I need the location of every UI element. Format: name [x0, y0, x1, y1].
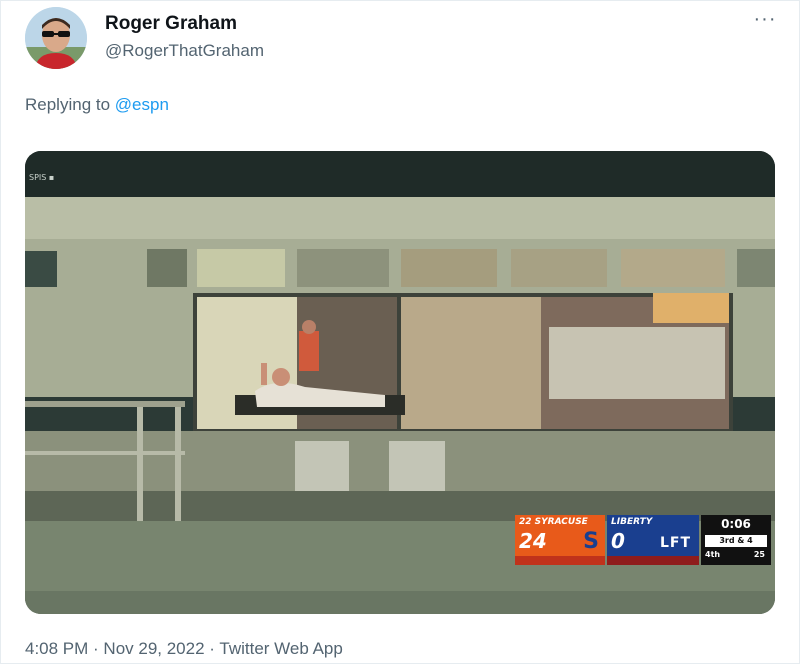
- tweet-card: Roger Graham @RogerThatGraham ··· Replyi…: [0, 0, 800, 664]
- network-logo: SPIS ▪: [29, 173, 55, 182]
- play-clock: 25: [753, 550, 765, 559]
- display-name[interactable]: Roger Graham: [105, 13, 237, 35]
- quarter: 4th: [705, 550, 721, 559]
- scorebug: 22 SYRACUSE 24 S LIBERTY 0 LFT 0:06 3rd …: [515, 515, 771, 565]
- home-team-strip: [515, 556, 605, 565]
- tweet-date[interactable]: Nov 29, 2022: [103, 639, 204, 658]
- home-team-logo: S: [583, 529, 599, 554]
- down-and-distance: 3rd & 4: [705, 535, 767, 547]
- mention-link[interactable]: @espn: [115, 95, 169, 114]
- away-team-name: LIBERTY: [611, 517, 653, 527]
- scorebug-clock-panel: 0:06 3rd & 4 4th 25: [701, 515, 771, 565]
- away-team-strip: [607, 556, 699, 565]
- tweet-source[interactable]: Twitter Web App: [219, 639, 342, 658]
- separator: ·: [204, 639, 220, 658]
- home-team-score: 24: [519, 529, 547, 553]
- avatar[interactable]: [25, 7, 87, 69]
- separator: ·: [88, 639, 104, 658]
- scorebug-away-team: LIBERTY 0 LFT: [607, 515, 699, 565]
- replying-to-label: Replying to: [25, 95, 115, 114]
- away-team-score: 0: [611, 529, 625, 553]
- away-team-logo: LFT: [659, 535, 691, 551]
- tweet-media-image[interactable]: SPIS ▪ 22 SYRACUSE 24 S LIBERTY 0 LFT 0:…: [25, 151, 775, 614]
- scorebug-home-team: 22 SYRACUSE 24 S: [515, 515, 605, 565]
- replying-to-line: Replying to @espn: [25, 95, 169, 115]
- tweet-time[interactable]: 4:08 PM: [25, 639, 88, 658]
- more-horizontal-icon[interactable]: ···: [753, 9, 777, 35]
- game-clock: 0:06: [721, 517, 751, 531]
- user-handle[interactable]: @RogerThatGraham: [105, 41, 264, 61]
- tweet-timestamp: 4:08 PM · Nov 29, 2022 · Twitter Web App: [25, 639, 343, 659]
- home-team-name: 22 SYRACUSE: [519, 517, 588, 527]
